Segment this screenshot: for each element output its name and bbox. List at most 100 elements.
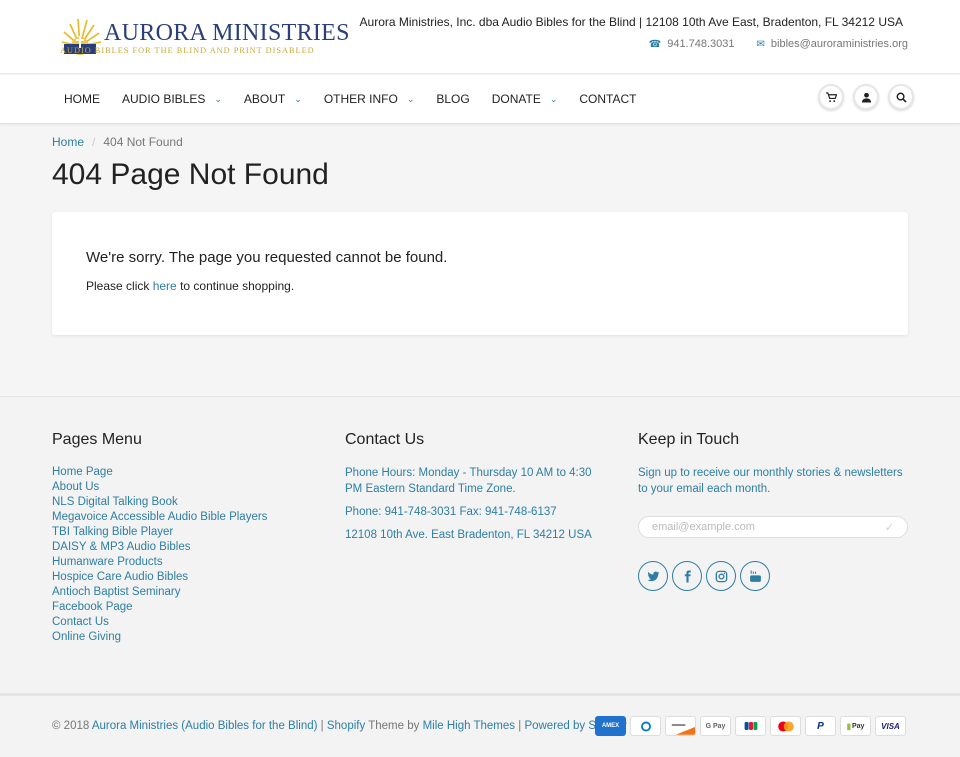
search-icon: [896, 92, 907, 103]
bottom-bar: © 2018 Aurora Ministries (Audio Bibles f…: [0, 693, 960, 757]
newsletter-text: Sign up to receive our monthly stories &…: [638, 467, 903, 495]
payment-icons: AMEX G Pay P ▮ Pay VISA: [595, 716, 906, 736]
continue-shopping-link[interactable]: here: [153, 279, 177, 293]
separator: |: [320, 720, 324, 732]
search-button[interactable]: [888, 84, 914, 110]
footer-link[interactable]: About Us: [52, 480, 267, 495]
footer-link[interactable]: NLS Digital Talking Book: [52, 495, 267, 510]
youtube-icon: [749, 570, 761, 582]
header-email-link[interactable]: ✉ bibles@auroraministries.org: [757, 38, 909, 50]
nav-icons: [818, 84, 914, 110]
social-links: [638, 561, 908, 591]
visa-icon: VISA: [875, 716, 906, 736]
contact-title: Contact Us: [345, 431, 425, 448]
amex-label: AMEX: [601, 723, 620, 729]
chevron-down-icon: ⌄: [214, 93, 222, 104]
footer-link[interactable]: Contact Us: [52, 615, 267, 630]
keep-in-touch-title: Keep in Touch: [638, 431, 740, 448]
check-submit-icon[interactable]: ✓: [885, 521, 894, 534]
chevron-down-icon: ⌄: [406, 93, 415, 104]
instagram-link[interactable]: [706, 561, 736, 591]
account-button[interactable]: [853, 84, 879, 110]
nav-label: HOME: [64, 92, 100, 106]
breadcrumb-home[interactable]: Home: [52, 135, 84, 149]
diners-mark: [640, 721, 651, 731]
mastercard-icon: [770, 716, 801, 736]
message-card: We're sorry. The page you requested cann…: [52, 212, 908, 335]
discover-icon: [665, 716, 696, 736]
nav-item-audio-bibles[interactable]: AUDIO BIBLES ⌄: [122, 92, 222, 106]
newsletter-form: ✓: [638, 516, 908, 538]
nav-item-home[interactable]: HOME: [64, 92, 100, 106]
google-pay-icon: G Pay: [700, 716, 731, 736]
visa-label: VISA: [881, 721, 900, 731]
phone-fax: Phone: 941-748-3031 Fax: 941-748-6137: [345, 506, 557, 518]
nav-item-donate[interactable]: DONATE ⌄: [492, 92, 558, 106]
mastercard-mark: [777, 720, 794, 732]
store-link[interactable]: Aurora Ministries (Audio Bibles for the …: [92, 720, 318, 732]
breadcrumb-separator: /: [92, 135, 96, 149]
paypal-label: P: [817, 720, 824, 732]
instagram-icon: [715, 570, 727, 582]
diners-icon: [630, 716, 661, 736]
email-input[interactable]: [652, 517, 882, 537]
top-bar: AURORA MINISTRIES AUDIO BIBLES FOR THE B…: [0, 0, 960, 74]
paypal-icon: P: [805, 716, 836, 736]
header-phone-link[interactable]: ☎ 941.748.3031: [649, 38, 735, 50]
header-email: bibles@auroraministries.org: [770, 38, 908, 50]
header-phone: 941.748.3031: [667, 38, 735, 50]
phone-icon: ☎: [648, 39, 662, 50]
nav-label: OTHER INFO: [323, 92, 398, 106]
nav-item-blog[interactable]: BLOG: [436, 92, 469, 106]
contact-column: Contact Us Phone Hours: Monday - Thursda…: [345, 431, 605, 550]
footer-link[interactable]: Hospice Care Audio Bibles: [52, 570, 267, 585]
nav-item-other-info[interactable]: OTHER INFO ⌄: [324, 92, 415, 106]
footer-link[interactable]: Home Page: [52, 465, 267, 480]
copyright-year: © 2018: [52, 720, 90, 732]
not-found-message: We're sorry. The page you requested cann…: [86, 249, 448, 266]
logo[interactable]: AURORA MINISTRIES AUDIO BIBLES FOR THE B…: [58, 16, 349, 58]
envelope-icon: ✉: [756, 39, 765, 50]
twitter-icon: [647, 571, 659, 581]
amex-icon: AMEX: [595, 716, 626, 736]
pages-menu-column: Pages Menu Home Page About Us NLS Digita…: [52, 431, 267, 645]
footer-link[interactable]: TBI Talking Bible Player: [52, 525, 267, 540]
page-title: 404 Page Not Found: [52, 158, 329, 191]
jcb-mark: [744, 722, 757, 730]
twitter-link[interactable]: [638, 561, 668, 591]
footer-link[interactable]: Antioch Baptist Seminary: [52, 585, 267, 600]
youtube-link[interactable]: [740, 561, 770, 591]
copyright: © 2018 Aurora Ministries (Audio Bibles f…: [52, 720, 627, 732]
jcb-icon: [735, 716, 766, 736]
breadcrumb-current: 404 Not Found: [103, 135, 183, 149]
pages-menu-title: Pages Menu: [52, 431, 142, 448]
shopify-link[interactable]: Shopify: [327, 720, 365, 732]
footer: Pages Menu Home Page About Us NLS Digita…: [0, 396, 960, 693]
keep-in-touch-column: Keep in Touch Sign up to receive our mon…: [638, 431, 908, 591]
google-pay-label: G Pay: [705, 722, 726, 730]
phone-hours: Phone Hours: Monday - Thursday 10 AM to …: [345, 467, 592, 495]
theme-link[interactable]: Mile High Themes: [423, 720, 515, 732]
footer-link[interactable]: Online Giving: [52, 630, 267, 645]
theme-by-text: Theme by: [368, 720, 420, 732]
discover-mark: [671, 724, 695, 735]
footer-link[interactable]: Facebook Page: [52, 600, 267, 615]
nav-item-about[interactable]: ABOUT ⌄: [244, 92, 302, 106]
facebook-icon: [684, 570, 691, 582]
continue-message: Please click here to continue shopping.: [86, 279, 294, 293]
footer-link[interactable]: Megavoice Accessible Audio Bible Players: [52, 510, 267, 525]
user-icon: [861, 92, 871, 103]
footer-link[interactable]: Humanware Products: [52, 555, 267, 570]
main-nav: HOME AUDIO BIBLES ⌄ ABOUT ⌄ OTHER INFO ⌄ BL…: [64, 92, 659, 106]
nav-label: CONTACT: [579, 92, 637, 106]
nav-label: ABOUT: [243, 92, 286, 106]
cart-button[interactable]: [818, 84, 844, 110]
nav-label: AUDIO BIBLES: [122, 92, 206, 106]
continue-text-after: to continue shopping.: [180, 279, 295, 293]
separator: |: [518, 720, 522, 732]
nav-label: BLOG: [436, 92, 470, 106]
logo-tagline: AUDIO BIBLES FOR THE BLIND AND PRINT DIS…: [60, 46, 315, 55]
facebook-link[interactable]: [672, 561, 702, 591]
footer-link[interactable]: DAISY & MP3 Audio Bibles: [52, 540, 267, 555]
nav-item-contact[interactable]: CONTACT: [579, 92, 636, 106]
